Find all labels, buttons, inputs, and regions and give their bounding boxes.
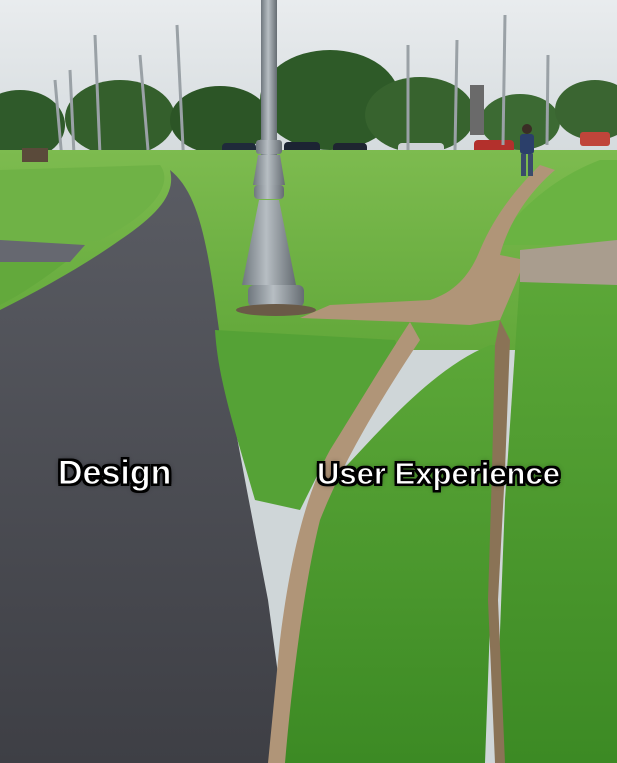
design-caption: Design bbox=[57, 454, 172, 492]
park-scene bbox=[0, 0, 617, 763]
meme-photo: Design User Experience bbox=[0, 0, 617, 763]
user-experience-caption: User Experience bbox=[317, 456, 561, 491]
bench bbox=[22, 148, 48, 162]
